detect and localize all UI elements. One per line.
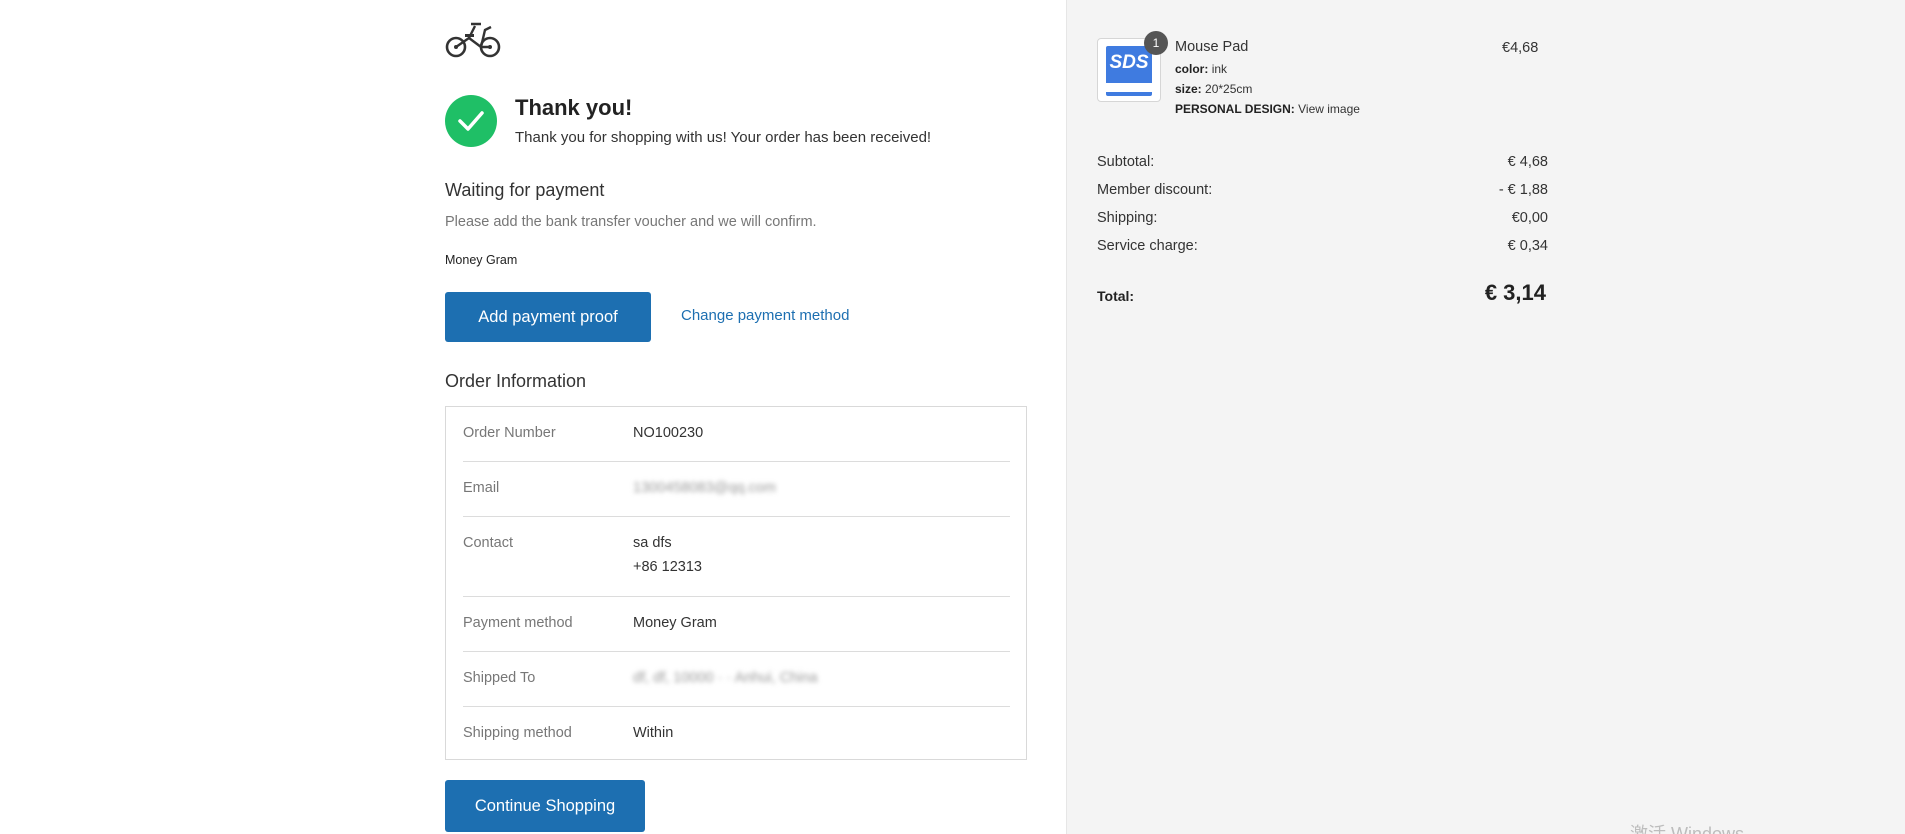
order-information-title: Order Information (445, 371, 587, 391)
product-attribute-personal-design: PERSONAL DESIGN: View image (1175, 102, 1360, 116)
payment-method-value: Money Gram (633, 615, 717, 631)
info-label: Email (463, 480, 500, 496)
shipping-method-value: Within (633, 725, 674, 741)
product-attribute-color: color: ink (1175, 62, 1227, 76)
product-price: €4,68 (1502, 40, 1539, 56)
info-row-payment-method: Payment method Money Gram (463, 597, 1010, 652)
info-label: Payment method (463, 615, 573, 631)
attribute-value: 20*25cm (1205, 82, 1253, 96)
order-information-table: Order Number NO100230 Email 1300458083@q… (445, 406, 1027, 760)
summary-value: - € 1,88 (1498, 182, 1548, 198)
info-row-email: Email 1300458083@qq.com (463, 462, 1010, 517)
windows-activation-watermark: 激活 Windows (1630, 824, 1745, 834)
email-value: 1300458083@qq.com (633, 480, 776, 496)
product-image: SDS (1106, 46, 1152, 96)
order-number-value: NO100230 (633, 425, 704, 441)
product-name: Mouse Pad (1175, 39, 1249, 55)
total-value: € 3,14 (1484, 280, 1546, 305)
change-payment-method-link[interactable]: Change payment method (681, 307, 849, 324)
attribute-value: ink (1211, 62, 1228, 76)
info-label: Shipped To (463, 670, 536, 686)
continue-shopping-button[interactable]: Continue Shopping (445, 780, 645, 832)
payment-status-title: Waiting for payment (445, 180, 605, 200)
info-row-shipping-method: Shipping method Within (463, 707, 1010, 761)
attribute-key: size: (1175, 82, 1202, 96)
shipping-row: Shipping: €0,00 (1097, 210, 1548, 226)
service-charge-row: Service charge: € 0,34 (1097, 238, 1548, 254)
order-summary-pane (1066, 0, 1905, 834)
contact-name-value: sa dfs (633, 535, 672, 551)
subtotal-row: Subtotal: € 4,68 (1097, 154, 1548, 170)
info-row-shipped-to: Shipped To df, df, 10000 · · Anhui, Chin… (463, 652, 1010, 707)
info-row-order-number: Order Number NO100230 (463, 407, 1010, 462)
attribute-key: PERSONAL DESIGN: (1175, 102, 1295, 116)
thank-you-message: Thank you for shopping with us! Your ord… (515, 129, 932, 146)
payment-instruction: Please add the bank transfer voucher and… (445, 214, 817, 230)
thank-you-title: Thank you! (515, 95, 633, 120)
view-image-link[interactable]: View image (1298, 102, 1360, 116)
summary-label: Subtotal: (1097, 154, 1155, 170)
payment-method-name: Money Gram (445, 253, 518, 267)
total-label: Total: (1097, 288, 1135, 304)
summary-label: Member discount: (1097, 182, 1213, 198)
summary-value: €0,00 (1511, 210, 1548, 226)
info-row-contact: Contact sa dfs +86 12313 (463, 517, 1010, 597)
contact-phone-value: +86 12313 (633, 559, 702, 575)
product-attribute-size: size: 20*25cm (1175, 82, 1252, 96)
quantity-badge: 1 (1144, 31, 1168, 55)
folding-bike-icon[interactable] (445, 18, 503, 60)
thank-you-banner: Thank you! Thank you for shopping with u… (445, 95, 1027, 155)
summary-value: € 0,34 (1507, 238, 1548, 254)
shipping-address-value: df, df, 10000 · · Anhui, China (633, 670, 818, 686)
attribute-key: color: (1175, 62, 1209, 76)
product-image-label: SDS (1109, 52, 1149, 73)
summary-label: Service charge: (1097, 238, 1198, 254)
summary-value: € 4,68 (1507, 154, 1548, 170)
info-label: Shipping method (463, 725, 572, 741)
check-icon (445, 95, 497, 147)
info-label: Order Number (463, 425, 556, 441)
summary-label: Shipping: (1097, 210, 1158, 226)
add-payment-proof-button[interactable]: Add payment proof (445, 292, 651, 342)
info-label: Contact (463, 535, 513, 551)
member-discount-row: Member discount: - € 1,88 (1097, 182, 1548, 198)
